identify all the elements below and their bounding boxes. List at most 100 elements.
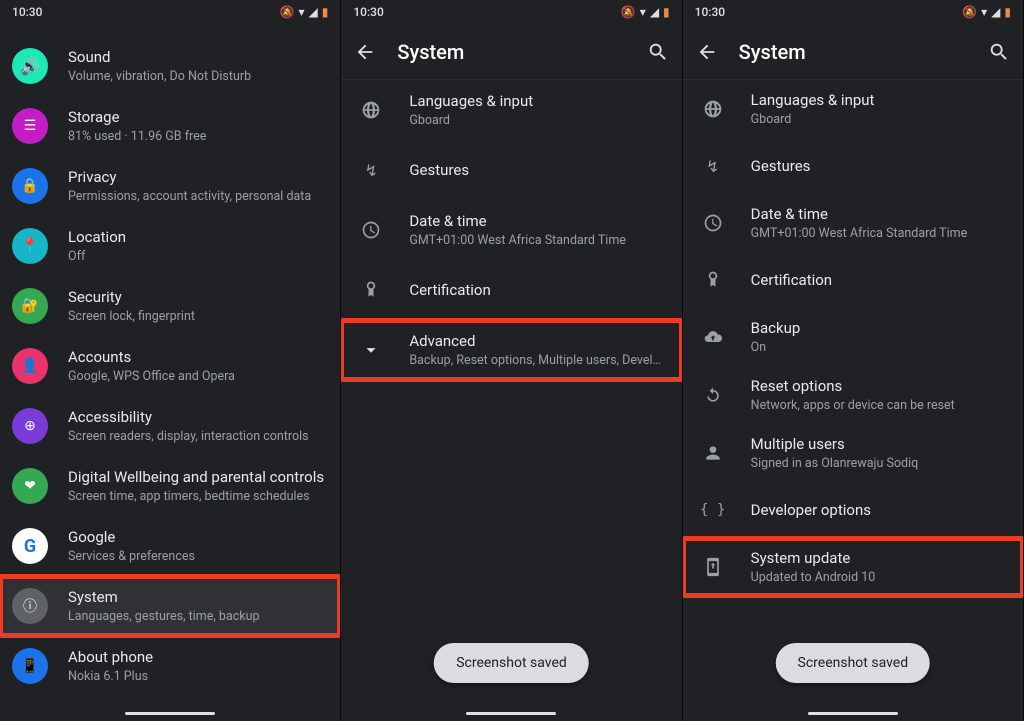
item-sub: Screen time, app timers, bedtime schedul… xyxy=(68,489,324,505)
item-title: Gestures xyxy=(409,160,665,180)
settings-item-sound[interactable]: 🔊 Sound Volume, vibration, Do Not Distur… xyxy=(0,36,340,96)
item-title: Date & time xyxy=(409,211,665,231)
item-sub: Google, WPS Office and Opera xyxy=(68,369,324,385)
settings-item-google[interactable]: G Google Services & preferences xyxy=(0,516,340,576)
screen-system-expanded: 10:30 🔕 ▾ ◢ ▮ System Languages & input G… xyxy=(683,0,1024,721)
back-button[interactable] xyxy=(695,40,719,64)
screen-system-collapsed: 10:30 🔕 ▾ ◢ ▮ System Languages & input G… xyxy=(341,0,682,721)
system-item-gestures[interactable]: ↯ Gestures xyxy=(341,140,681,200)
security-icon: 🔐 xyxy=(21,298,38,314)
item-sub: GMT+01:00 West Africa Standard Time xyxy=(409,233,665,249)
status-icons: 🔕 ▾ ◢ ▮ xyxy=(621,6,670,18)
item-sub: GMT+01:00 West Africa Standard Time xyxy=(751,226,1007,242)
status-icons: 🔕 ▾ ◢ ▮ xyxy=(280,6,329,18)
system-item-languages[interactable]: Languages & input Gboard xyxy=(341,80,681,140)
item-title: Backup xyxy=(751,318,1007,338)
wellbeing-icon: ❤ xyxy=(24,478,36,494)
snackbar[interactable]: Screenshot saved xyxy=(776,643,931,683)
system-item-multiusers[interactable]: Multiple users Signed in as Olanrewaju S… xyxy=(683,424,1023,482)
item-sub: Off xyxy=(68,249,324,265)
system-item-datetime[interactable]: Date & time GMT+01:00 West Africa Standa… xyxy=(341,200,681,260)
item-title: Security xyxy=(68,287,324,307)
settings-item-wellbeing[interactable]: ❤ Digital Wellbeing and parental control… xyxy=(0,456,340,516)
system-item-update[interactable]: System update Updated to Android 10 xyxy=(683,538,1023,596)
settings-item-accessibility[interactable]: ⊕ Accessibility Screen readers, display,… xyxy=(0,396,340,456)
gestures-icon: ↯ xyxy=(353,152,389,188)
system-icon: ⓘ xyxy=(23,596,37,616)
update-icon xyxy=(695,549,731,585)
clock-icon xyxy=(695,205,731,241)
item-title: Google xyxy=(68,527,324,547)
item-sub: Backup, Reset options, Multiple users, D… xyxy=(409,353,665,369)
settings-item-storage[interactable]: ☰ Storage 81% used · 11.96 GB free xyxy=(0,96,340,156)
item-sub: Gboard xyxy=(409,113,665,129)
settings-item-security[interactable]: 🔐 Security Screen lock, fingerprint xyxy=(0,276,340,336)
system-item-certification[interactable]: Certification xyxy=(341,260,681,320)
accessibility-icon: ⊕ xyxy=(24,418,36,434)
item-sub: Gboard xyxy=(751,112,1007,128)
page-title: System xyxy=(397,40,625,64)
settings-item-about[interactable]: 📱 About phone Nokia 6.1 Plus xyxy=(0,636,340,696)
location-icon: 📍 xyxy=(21,238,38,254)
badge-icon xyxy=(695,262,731,298)
battery-icon: ▮ xyxy=(1004,6,1011,18)
item-title: About phone xyxy=(68,647,324,667)
app-bar: System xyxy=(341,24,681,80)
item-sub: Volume, vibration, Do Not Disturb xyxy=(68,69,324,85)
item-title: Privacy xyxy=(68,167,324,187)
system-item-reset[interactable]: Reset options Network, apps or device ca… xyxy=(683,366,1023,424)
person-icon xyxy=(695,435,731,471)
sound-icon: 🔊 xyxy=(20,57,40,76)
item-title: Date & time xyxy=(751,204,1007,224)
system-item-datetime[interactable]: Date & time GMT+01:00 West Africa Standa… xyxy=(683,194,1023,252)
globe-icon xyxy=(695,91,731,127)
status-bar: 10:30 🔕 ▾ ◢ ▮ xyxy=(0,0,340,24)
privacy-icon: 🔒 xyxy=(21,178,38,194)
system-item-developer[interactable]: { } Developer options xyxy=(683,482,1023,538)
search-button[interactable] xyxy=(987,40,1011,64)
clock-icon xyxy=(353,212,389,248)
item-title: Languages & input xyxy=(409,91,665,111)
cloud-icon xyxy=(695,319,731,355)
wifi-icon: ▾ xyxy=(298,6,304,18)
item-sub: Permissions, account activity, personal … xyxy=(68,189,324,205)
settings-item-system[interactable]: ⓘ System Languages, gestures, time, back… xyxy=(0,576,340,636)
settings-item-privacy[interactable]: 🔒 Privacy Permissions, account activity,… xyxy=(0,156,340,216)
item-sub: Services & preferences xyxy=(68,549,324,565)
settings-item-location[interactable]: 📍 Location Off xyxy=(0,216,340,276)
reset-icon xyxy=(695,377,731,413)
item-title: Digital Wellbeing and parental controls xyxy=(68,467,324,487)
item-title: Accessibility xyxy=(68,407,324,427)
system-item-backup[interactable]: Backup On xyxy=(683,308,1023,366)
item-sub: Signed in as Olanrewaju Sodiq xyxy=(751,456,1007,472)
google-icon: G xyxy=(24,536,36,557)
item-title: System xyxy=(68,587,324,607)
item-sub: Screen lock, fingerprint xyxy=(68,309,324,325)
nav-handle[interactable] xyxy=(466,712,556,715)
item-title: Advanced xyxy=(409,331,665,351)
chevron-down-icon xyxy=(353,332,389,368)
dnd-icon: 🔕 xyxy=(962,6,977,18)
about-icon: 📱 xyxy=(21,658,38,674)
back-button[interactable] xyxy=(353,40,377,64)
signal-icon: ◢ xyxy=(991,6,1000,18)
app-bar: System xyxy=(683,24,1023,80)
item-title: Sound xyxy=(68,47,324,67)
status-icons: 🔕 ▾ ◢ ▮ xyxy=(962,6,1011,18)
nav-handle[interactable] xyxy=(808,712,898,715)
storage-icon: ☰ xyxy=(24,118,37,134)
system-item-gestures[interactable]: ↯ Gestures xyxy=(683,138,1023,194)
item-sub: Languages, gestures, time, backup xyxy=(68,609,324,625)
snackbar[interactable]: Screenshot saved xyxy=(434,643,589,683)
accounts-icon: 👤 xyxy=(21,358,38,374)
item-title: System update xyxy=(751,548,1007,568)
system-item-advanced[interactable]: Advanced Backup, Reset options, Multiple… xyxy=(341,320,681,380)
nav-handle[interactable] xyxy=(125,712,215,715)
system-item-certification[interactable]: Certification xyxy=(683,252,1023,308)
battery-icon: ▮ xyxy=(663,6,670,18)
settings-item-accounts[interactable]: 👤 Accounts Google, WPS Office and Opera xyxy=(0,336,340,396)
item-title: Certification xyxy=(409,280,665,300)
item-sub: Screen readers, display, interaction con… xyxy=(68,429,324,445)
search-button[interactable] xyxy=(646,40,670,64)
system-item-languages[interactable]: Languages & input Gboard xyxy=(683,80,1023,138)
